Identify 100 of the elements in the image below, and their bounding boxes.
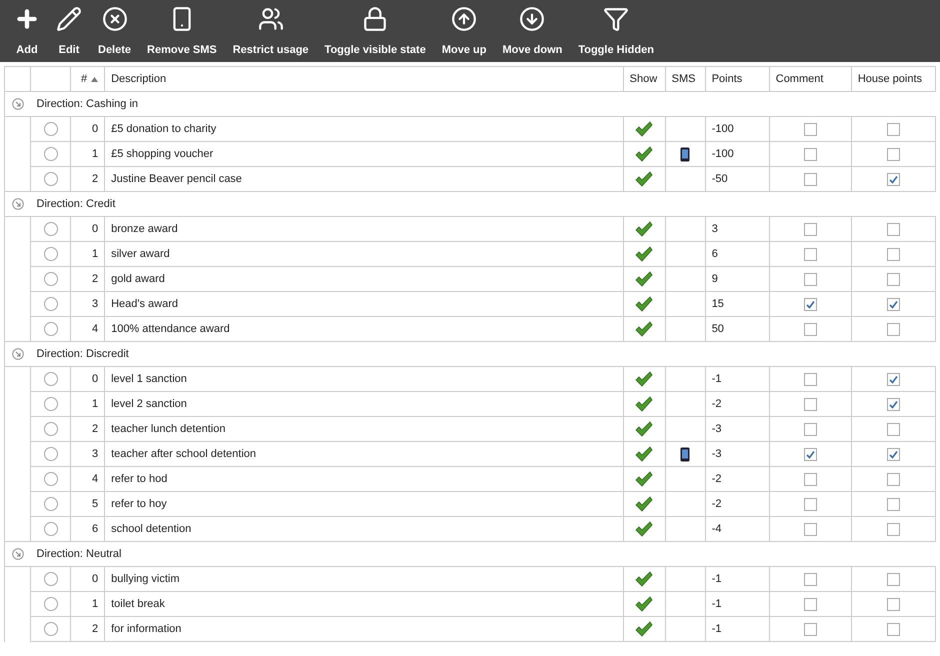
radio-button[interactable] [44,422,58,436]
checkbox[interactable] [886,248,900,260]
checkbox[interactable] [886,322,900,336]
table-cell: -3 [705,442,770,466]
table-cell: 1 [70,142,105,166]
checkbox[interactable] [804,172,817,186]
checkbox[interactable] [804,322,817,336]
table-cell: -4 [705,516,770,542]
table-cell: teacher after school detention [104,442,624,466]
collapse-icon[interactable] [12,348,24,360]
checkbox[interactable] [804,222,817,236]
toolbar-button[interactable]: Add [6,0,48,62]
toolbar-button[interactable]: Move down [494,0,570,62]
checkbox[interactable] [886,148,900,160]
table-cell: 0 [70,366,105,392]
radio-button[interactable] [44,297,58,311]
checkbox[interactable] [886,422,900,436]
radio-button[interactable] [44,222,58,236]
collapse-icon[interactable] [12,98,24,110]
radio-button[interactable] [44,597,58,611]
checkbox[interactable] [804,572,817,586]
checkbox[interactable] [804,272,817,286]
checkbox[interactable] [886,472,900,486]
radio-button[interactable] [44,147,58,161]
radio-button[interactable] [44,322,58,336]
checkbox[interactable] [804,472,817,486]
checkbox[interactable] [804,298,817,310]
checkbox[interactable] [804,448,817,460]
column-header[interactable]: Show [623,66,666,92]
checkbox[interactable] [886,222,900,236]
checkbox[interactable] [886,572,900,586]
checkbox[interactable] [804,148,817,160]
checkbox[interactable] [804,122,817,136]
checkbox[interactable] [886,172,900,186]
table-cell: toilet break [104,592,624,616]
table-cell: 2 [70,266,105,292]
table-cell: 0 [70,216,105,242]
checkbox[interactable] [886,398,900,410]
table-cell: -2 [705,492,770,516]
arrow-up-icon [451,6,478,32]
radio-button[interactable] [44,572,58,586]
table-cell: 5 [70,492,105,516]
radio-button[interactable] [44,372,58,386]
checkbox[interactable] [804,398,817,410]
checkbox[interactable] [886,598,900,610]
toolbar-button[interactable]: Toggle Hidden [570,0,662,62]
table-cell: Head's award [104,292,624,316]
toolbar-button[interactable]: Delete [90,0,140,62]
radio-button[interactable] [44,172,58,186]
checkbox[interactable] [804,622,817,636]
radio-button[interactable] [44,397,58,411]
table-cell: refer to hod [104,466,624,492]
radio-button[interactable] [44,447,58,461]
table-cell: 1 [70,592,105,616]
checkbox[interactable] [886,122,900,136]
toolbar-button[interactable]: Toggle visible state [316,0,434,62]
radio-button[interactable] [44,497,58,511]
checkbox[interactable] [804,372,817,386]
column-header[interactable]: House points [851,66,936,92]
table-cell: 6 [705,242,770,266]
table-cell: for information [104,616,624,642]
checkbox[interactable] [886,622,900,636]
table-cell: -3 [705,416,770,442]
table-cell: bronze award [104,216,624,242]
column-header[interactable]: # [70,66,105,92]
radio-button[interactable] [44,247,58,261]
table-cell: level 2 sanction [104,392,624,416]
radio-button[interactable] [44,522,58,536]
table-cell: gold award [104,266,624,292]
checkbox[interactable] [804,598,817,610]
checkbox[interactable] [886,272,900,286]
collapse-icon[interactable] [12,198,24,210]
group-label: Direction: Credit [36,198,116,210]
table-cell: silver award [104,242,624,266]
checkbox[interactable] [886,448,900,460]
column-header[interactable]: Points [705,66,770,92]
column-header[interactable]: Comment [769,66,852,92]
column-header[interactable]: SMS [665,66,706,92]
group-label: Direction: Discredit [36,348,129,360]
radio-button[interactable] [44,622,58,636]
collapse-icon[interactable] [12,548,24,560]
table-cell: 15 [705,292,770,316]
checkbox[interactable] [886,522,900,536]
checkbox[interactable] [804,422,817,436]
checkbox[interactable] [886,498,900,510]
checkbox[interactable] [804,498,817,510]
checkbox[interactable] [804,522,817,536]
checkbox[interactable] [804,248,817,260]
toolbar-button[interactable]: Move up [434,0,494,62]
table-cell: 3 [70,292,105,316]
radio-button[interactable] [44,272,58,286]
table-cell: 100% attendance award [104,316,624,342]
checkbox[interactable] [886,372,900,386]
checkbox[interactable] [886,298,900,310]
radio-button[interactable] [44,472,58,486]
column-header[interactable]: Description [104,66,624,92]
toolbar-button[interactable]: Edit [48,0,90,62]
radio-button[interactable] [44,122,58,136]
toolbar-button[interactable]: Restrict usage [224,0,317,62]
toolbar-button[interactable]: Remove SMS [139,0,225,62]
